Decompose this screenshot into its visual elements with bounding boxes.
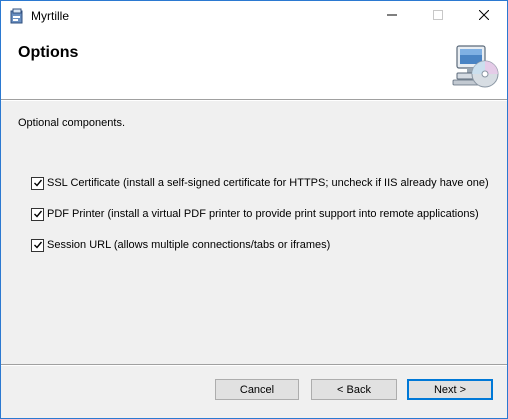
pdf-printer-option[interactable]: PDF Printer (install a virtual PDF print…: [31, 206, 479, 222]
computer-cd-icon: [451, 44, 499, 92]
title-bar[interactable]: Myrtille: [1, 1, 507, 31]
cancel-button[interactable]: Cancel: [215, 379, 299, 400]
back-button[interactable]: < Back: [311, 379, 397, 400]
session-url-label[interactable]: Session URL (allows multiple connections…: [47, 239, 330, 251]
close-icon: [478, 7, 490, 25]
ssl-certificate-label[interactable]: SSL Certificate (install a self-signed c…: [47, 177, 489, 189]
page-title: Options: [18, 44, 79, 61]
maximize-icon: [433, 7, 443, 25]
session-url-checkbox[interactable]: [31, 238, 44, 252]
maximize-button: [415, 1, 461, 31]
close-button[interactable]: [461, 1, 507, 31]
ssl-certificate-checkbox[interactable]: [31, 176, 44, 190]
checkmark-icon: [33, 179, 42, 187]
options-description: Optional components.: [18, 117, 126, 129]
window-title: Myrtille: [31, 9, 69, 23]
next-button[interactable]: Next >: [407, 379, 493, 400]
session-url-option[interactable]: Session URL (allows multiple connections…: [31, 237, 330, 253]
checkmark-icon: [33, 241, 42, 249]
pdf-printer-checkbox[interactable]: [31, 207, 44, 221]
installer-icon: [9, 8, 25, 24]
installer-window: Myrtille Options Optional components. SS…: [0, 0, 508, 419]
page-header: Options: [1, 31, 507, 99]
minimize-button[interactable]: [369, 1, 415, 31]
checkmark-icon: [33, 210, 42, 218]
pdf-printer-label[interactable]: PDF Printer (install a virtual PDF print…: [47, 208, 479, 220]
ssl-certificate-option[interactable]: SSL Certificate (install a self-signed c…: [31, 175, 489, 191]
minimize-icon: [387, 7, 397, 25]
